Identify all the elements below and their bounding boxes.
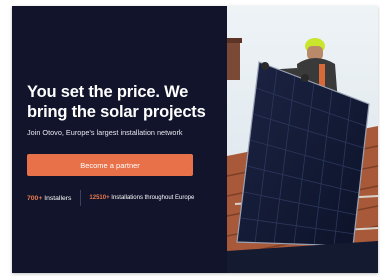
- become-partner-button[interactable]: Become a partner: [27, 154, 193, 176]
- hero-headline: You set the price. We bring the solar pr…: [27, 82, 227, 122]
- stat-installers-number: 700+: [27, 194, 43, 202]
- stat-installers: 700+ Installers: [27, 195, 71, 202]
- stat-installations-label: Installations throughout Europe: [109, 195, 195, 201]
- stats-row: 700+ Installers 12510+ Installations thr…: [27, 190, 194, 206]
- stats-divider: [80, 190, 82, 206]
- solar-installer-illustration: [227, 6, 378, 273]
- stat-installations: 12510+ Installations throughout Europe: [89, 195, 194, 201]
- stat-installations-number: 12510+: [89, 195, 110, 201]
- hero-card: You set the price. We bring the solar pr…: [12, 6, 378, 273]
- hero-subtitle: Join Otovo, Europe's largest installatio…: [27, 128, 183, 137]
- solar-installer-photo: [227, 6, 378, 273]
- hero-headline-line-1: You set the price. We: [27, 83, 189, 101]
- hero-headline-line-2: bring the solar projects: [27, 103, 206, 121]
- stat-installers-label: Installers: [42, 194, 72, 202]
- hero-text-panel: You set the price. We bring the solar pr…: [12, 6, 227, 273]
